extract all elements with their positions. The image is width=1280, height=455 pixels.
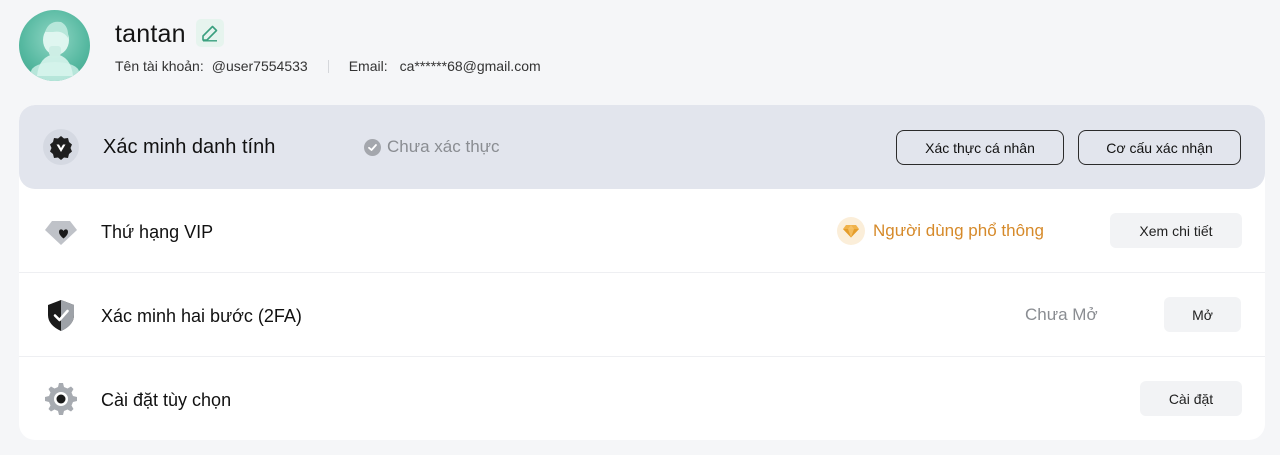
- email-label: Email:: [348, 58, 388, 74]
- twofa-row: Xác minh hai bước (2FA) Chưa Mở Mở: [19, 273, 1265, 357]
- vip-tier-row: Thứ hạng VIP Người dùng phổ thông Xem ch…: [19, 189, 1265, 273]
- verified-badge-icon: [43, 129, 79, 165]
- twofa-status: Chưa Mở: [1025, 305, 1098, 324]
- account-meta: Tên tài khoản: @user7554533 Email: ca***…: [115, 58, 541, 74]
- account-value: @user7554533: [211, 58, 308, 74]
- avatar[interactable]: [19, 10, 90, 81]
- meta-divider: [327, 59, 329, 73]
- security-card: Xác minh danh tính Chưa xác thực Xác thự…: [19, 105, 1265, 440]
- vip-level-badge: Người dùng phổ thông: [837, 217, 1044, 245]
- edit-username-button[interactable]: [196, 19, 224, 47]
- institution-verification-button[interactable]: Cơ cấu xác nhận: [1078, 130, 1241, 165]
- enable-twofa-button[interactable]: Mở: [1164, 297, 1241, 332]
- twofa-title: Xác minh hai bước (2FA): [101, 306, 302, 326]
- identity-verification-row: Xác minh danh tính Chưa xác thực Xác thự…: [19, 105, 1265, 189]
- check-circle-icon: [364, 138, 381, 156]
- shield-check-icon: [43, 297, 79, 333]
- vip-level-text: Người dùng phổ thông: [873, 221, 1044, 240]
- personal-verification-button[interactable]: Xác thực cá nhân: [896, 130, 1064, 165]
- settings-button[interactable]: Cài đặt: [1140, 381, 1242, 416]
- diamond-heart-icon: [43, 213, 79, 249]
- username: tantan: [115, 20, 186, 48]
- preferences-row: Cài đặt tùy chọn Cài đặt: [19, 357, 1265, 440]
- identity-status: Chưa xác thực: [364, 137, 500, 157]
- preferences-title: Cài đặt tùy chọn: [101, 390, 232, 410]
- profile-header: tantan Tên tài khoản: @user7554533 Email…: [19, 10, 719, 82]
- identity-status-text: Chưa xác thực: [387, 137, 500, 156]
- identity-title: Xác minh danh tính: [103, 136, 276, 158]
- pencil-icon: [202, 25, 218, 42]
- email-value: ca******68@gmail.com: [399, 58, 541, 74]
- vip-title: Thứ hạng VIP: [101, 222, 214, 242]
- account-label: Tên tài khoản:: [115, 58, 204, 74]
- gem-icon: [837, 217, 865, 245]
- view-details-button[interactable]: Xem chi tiết: [1110, 213, 1242, 248]
- gear-icon: [43, 381, 79, 417]
